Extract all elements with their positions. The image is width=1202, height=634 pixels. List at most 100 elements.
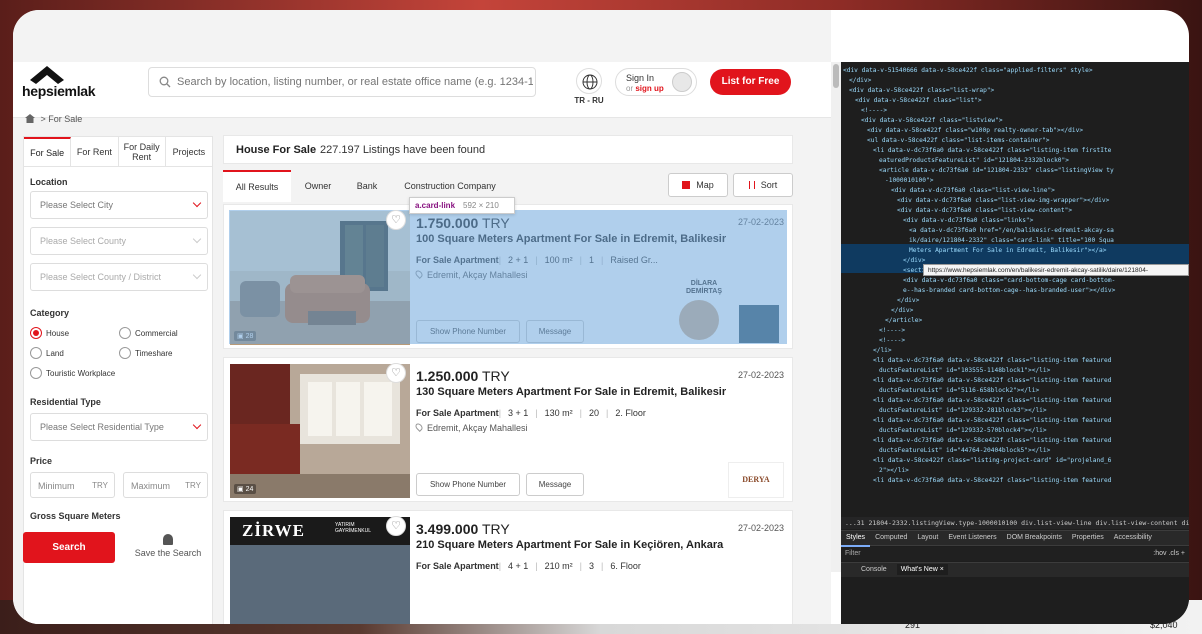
devtools-dom-line[interactable]: <!----> xyxy=(861,106,887,116)
tab-layout[interactable]: Layout xyxy=(912,531,943,545)
devtools-dom-line[interactable]: <div data-v-51540666 data-v-58ce422f cla… xyxy=(843,66,1093,76)
devtools-dom-line[interactable]: </div> xyxy=(897,296,919,306)
tab-projects[interactable]: Projects xyxy=(166,137,212,166)
devtools-dom-line[interactable]: Meters Apartment For Sale in Edremit, Ba… xyxy=(909,246,1106,256)
tab-owner[interactable]: Owner xyxy=(293,170,343,202)
devtools-dom-line[interactable]: 2"></li> xyxy=(879,466,909,476)
devtools-dom-line[interactable]: <div data-v-dc73f6a0 class="links"> xyxy=(903,216,1033,226)
message-button[interactable]: Message xyxy=(526,320,584,343)
price-min-input[interactable]: Minimum TRY xyxy=(30,472,115,498)
devtools-dom-line[interactable]: <li data-v-dc73f6a0 data-v-58ce422f clas… xyxy=(873,396,1111,406)
map-button[interactable]: Map xyxy=(668,173,728,197)
tab-for-rent[interactable]: For Rent xyxy=(71,137,119,166)
sign-in-button[interactable]: Sign In or sign up xyxy=(615,68,697,96)
city-select[interactable]: Please Select City xyxy=(30,191,208,219)
listing-title[interactable]: 130 Square Meters Apartment For Sale in … xyxy=(416,386,726,398)
devtools-dom-line[interactable]: <div data-v-58ce422f class="w100p realty… xyxy=(867,126,1083,136)
page-scrollbar[interactable] xyxy=(831,62,841,572)
listing-card[interactable]: ▣ 28 ♡ 1.750.000 TRY 27-02-2023 100 Squa… xyxy=(223,204,793,349)
list-for-free-button[interactable]: List for Free xyxy=(710,69,791,95)
breadcrumb-current[interactable]: For Sale xyxy=(48,114,82,124)
agent-avatar[interactable] xyxy=(679,300,719,340)
devtools-dom-line[interactable]: <!----> xyxy=(879,336,905,346)
devtools-dom-line[interactable]: <li data-v-dc73f6a0 data-v-58ce422f clas… xyxy=(873,476,1111,486)
agency-logo[interactable]: DERYA xyxy=(728,462,784,498)
listing-photo[interactable]: ZİRWE YATIRIM GAYRİMENKUL xyxy=(230,517,410,624)
devtools-dom-line[interactable]: <div data-v-dc73f6a0 class="list-view-co… xyxy=(897,206,1072,216)
devtools-dom-line[interactable]: <div data-v-dc73f6a0 class="list-view-li… xyxy=(891,186,1055,196)
devtools-dom-line[interactable]: <div data-v-58ce422f class="list"> xyxy=(855,96,982,106)
devtools-filter-input[interactable]: Filter:hov .cls + xyxy=(841,547,1189,561)
listing-card[interactable]: ▣ 24 ♡ 1.250.000 TRY 27-02-2023 130 Squa… xyxy=(223,357,793,502)
devtools-dom-line[interactable]: <div data-v-dc73f6a0 class="card-bottom-… xyxy=(903,276,1115,286)
favorite-heart-icon[interactable]: ♡ xyxy=(386,516,406,536)
devtools-breadcrumb[interactable]: ...31 21804-2332.listingView.type-100001… xyxy=(841,517,1189,529)
search-button[interactable]: Search xyxy=(23,532,115,563)
tab-event-listeners[interactable]: Event Listeners xyxy=(943,531,1001,545)
devtools-dom-line[interactable]: ductsFeatureList" id="44764-20404block5"… xyxy=(879,446,1050,456)
radio-timeshare[interactable]: Timeshare xyxy=(119,347,173,359)
devtools-dom-line[interactable]: eaturedProductsFeatureList" id="121804-2… xyxy=(879,156,1069,166)
devtools-dom-line[interactable]: <li data-v-dc73f6a0 data-v-58ce422f clas… xyxy=(873,376,1111,386)
tab-console[interactable]: Console xyxy=(861,566,887,573)
price-max-input[interactable]: Maximum TRY xyxy=(123,472,208,498)
devtools-dom-line[interactable]: <li data-v-dc73f6a0 data-v-58ce422f clas… xyxy=(873,356,1111,366)
save-search-button[interactable]: Save the Search xyxy=(128,534,208,558)
devtools-filter-tools[interactable]: :hov .cls + xyxy=(1153,547,1185,561)
listing-title[interactable]: 100 Square Meters Apartment For Sale in … xyxy=(416,233,726,245)
devtools-dom-line[interactable]: <a data-v-dc73f6a0 href="/en/balikesir-e… xyxy=(909,226,1114,236)
home-icon[interactable] xyxy=(25,114,35,123)
devtools-dom-line[interactable]: </li> xyxy=(873,346,892,356)
devtools-dom-line[interactable]: </div> xyxy=(849,76,871,86)
language-selector[interactable]: TR - RU xyxy=(573,68,605,108)
devtools-dom-line[interactable]: <!----> xyxy=(879,326,905,336)
scrollbar-thumb[interactable] xyxy=(833,64,839,88)
tab-whats-new[interactable]: What's New × xyxy=(896,564,948,575)
devtools-dom-line[interactable]: <div data-v-dc73f6a0 class="list-view-im… xyxy=(897,196,1109,206)
devtools-dom-line[interactable]: <li data-v-dc73f6a0 data-v-58ce422f clas… xyxy=(873,416,1111,426)
tab-all-results[interactable]: All Results xyxy=(223,170,291,202)
radio-touristic-workplace[interactable]: Touristic Workplace xyxy=(30,367,115,379)
message-button[interactable]: Message xyxy=(526,473,584,496)
radio-house[interactable]: House xyxy=(30,327,69,339)
devtools-dom-line[interactable]: <div data-v-58ce422f class="listview"> xyxy=(861,116,1003,126)
tab-for-sale[interactable]: For Sale xyxy=(24,137,72,166)
district-select[interactable]: Please Select County / District xyxy=(30,263,208,291)
residential-type-select[interactable]: Please Select Residential Type xyxy=(30,413,208,441)
devtools-dom-line[interactable]: ductsFeatureList" id="129332-281block3">… xyxy=(879,406,1047,416)
search-input[interactable] xyxy=(177,72,533,92)
listing-photo[interactable]: ▣ 24 xyxy=(230,364,410,498)
devtools-dom-line[interactable]: <li data-v-dc73f6a0 data-v-58ce422f clas… xyxy=(873,146,1111,156)
favorite-heart-icon[interactable]: ♡ xyxy=(386,363,406,383)
devtools-dom-line[interactable]: <ul data-v-58ce422f class="list-items-co… xyxy=(867,136,1050,146)
show-phone-button[interactable]: Show Phone Number xyxy=(416,473,520,496)
devtools-dom-line[interactable]: e--has-branded card-bottom-cage--has-bra… xyxy=(903,286,1115,296)
radio-commercial[interactable]: Commercial xyxy=(119,327,178,339)
tab-dom-breakpoints[interactable]: DOM Breakpoints xyxy=(1002,531,1067,545)
favorite-heart-icon[interactable]: ♡ xyxy=(386,210,406,230)
tab-computed[interactable]: Computed xyxy=(870,531,912,545)
devtools-dom-line[interactable]: </article> xyxy=(885,316,922,326)
devtools-dom-line[interactable]: ductsFeatureList" id="129332-570block4">… xyxy=(879,426,1047,436)
sort-button[interactable]: Sort xyxy=(733,173,793,197)
listing-card[interactable]: ZİRWE YATIRIM GAYRİMENKUL ♡ 3.499.000 TR… xyxy=(223,510,793,624)
agency-logo[interactable] xyxy=(739,305,779,343)
listing-photo[interactable]: ▣ 28 xyxy=(230,211,410,345)
devtools-dom-line[interactable]: ductsFeatureList" id="5116-658block2"></… xyxy=(879,386,1039,396)
devtools-dom-line[interactable]: <li data-v-dc73f6a0 data-v-58ce422f clas… xyxy=(873,436,1111,446)
tab-accessibility[interactable]: Accessibility xyxy=(1109,531,1157,545)
tab-properties[interactable]: Properties xyxy=(1067,531,1109,545)
devtools-dom-line[interactable]: <li data-v-58ce422f class="listing-proje… xyxy=(873,456,1111,466)
tab-styles[interactable]: Styles xyxy=(841,531,871,547)
devtools-dom-line[interactable]: </div> xyxy=(903,256,925,266)
devtools-dom-line[interactable]: <article data-v-dc73f6a0 id="121804-2332… xyxy=(879,166,1114,176)
tab-bank[interactable]: Bank xyxy=(345,170,389,202)
show-phone-button[interactable]: Show Phone Number xyxy=(416,320,520,343)
devtools-dom-line[interactable]: ik/daire/121804-2332" class="card-link" … xyxy=(909,236,1114,246)
listing-title[interactable]: 210 Square Meters Apartment For Sale in … xyxy=(416,539,723,551)
devtools-dom-line[interactable]: -1000010100"> xyxy=(885,176,933,186)
county-select[interactable]: Please Select County xyxy=(30,227,208,255)
devtools-dom-line[interactable]: </div> xyxy=(891,306,913,316)
radio-land[interactable]: Land xyxy=(30,347,64,359)
sign-up-link[interactable]: sign up xyxy=(635,84,663,93)
